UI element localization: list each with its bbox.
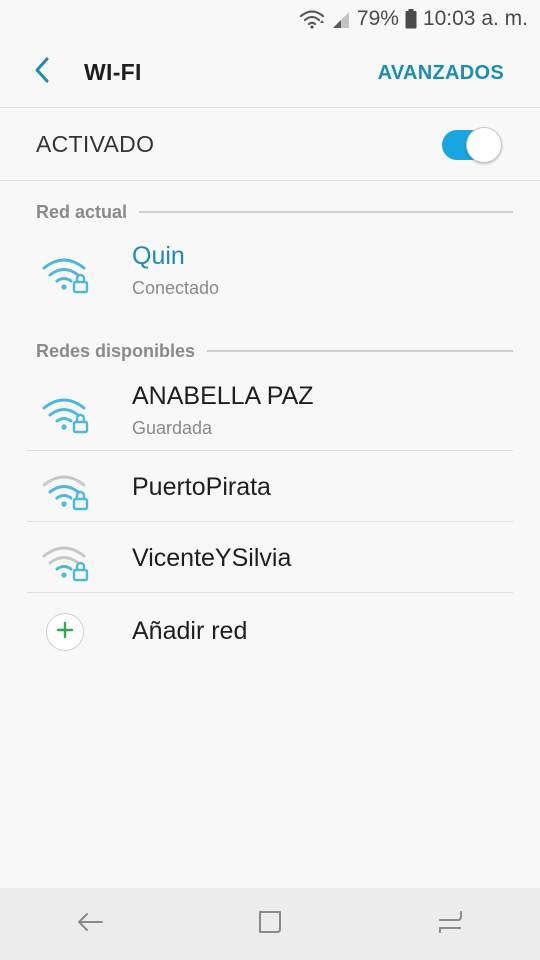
chevron-left-icon	[33, 56, 51, 89]
wifi-lock-icon	[40, 465, 92, 516]
add-network-label: Añadir red	[132, 617, 248, 645]
wifi-lock-icon	[40, 248, 92, 299]
section-title: Redes disponibles	[36, 340, 196, 361]
master-switch-label: ACTIVADO	[36, 130, 155, 157]
app-bar: WI-FI AVANZADOS	[0, 38, 540, 108]
wifi-master-switch-row[interactable]: ACTIVADO	[0, 108, 540, 181]
wifi-lock-icon	[40, 536, 92, 587]
add-network-item[interactable]: Añadir red	[0, 593, 540, 669]
plus-icon	[56, 621, 74, 644]
nav-back-button[interactable]	[60, 894, 120, 954]
section-header-available: Redes disponibles	[36, 337, 513, 365]
toggle-knob	[466, 127, 502, 163]
nav-back-icon	[76, 910, 104, 939]
nav-home-icon	[257, 909, 283, 940]
section-header-current: Red actual	[36, 198, 513, 226]
advanced-button[interactable]: AVANZADOS	[378, 38, 504, 108]
network-status: Guardada	[132, 418, 213, 438]
network-name: ANABELLA PAZ	[132, 382, 314, 410]
page-title: WI-FI	[84, 59, 142, 85]
back-button[interactable]	[22, 53, 62, 93]
battery-percent: 79%	[356, 7, 399, 30]
status-bar: 79% 10:03 a. m.	[0, 0, 540, 38]
network-item[interactable]: PuertoPirata	[0, 451, 540, 521]
add-network-button[interactable]	[46, 613, 84, 651]
nav-recents-button[interactable]	[420, 894, 480, 954]
current-network-item[interactable]: Quin Conectado	[0, 230, 540, 320]
network-item[interactable]: ANABELLA PAZ Guardada	[0, 370, 540, 450]
battery-icon	[405, 9, 417, 29]
clock: 10:03 a. m.	[422, 7, 528, 30]
signal-strength-icon	[331, 9, 351, 29]
nav-home-button[interactable]	[240, 894, 300, 954]
nav-recents-icon	[436, 909, 464, 940]
network-name: VicenteYSilvia	[132, 544, 292, 572]
network-name: PuertoPirata	[132, 473, 271, 501]
wifi-lock-icon	[40, 388, 92, 439]
section-divider	[139, 211, 513, 213]
wifi-settings-screen: 79% 10:03 a. m. WI-FI AVANZADOS ACTIVADO	[0, 0, 540, 960]
wifi-toggle[interactable]	[442, 127, 502, 163]
network-name: Quin	[132, 242, 185, 270]
section-divider	[207, 350, 513, 352]
network-status: Conectado	[132, 278, 220, 298]
navigation-bar	[0, 888, 540, 960]
wifi-status-icon	[299, 9, 325, 29]
section-title: Red actual	[36, 201, 128, 222]
network-item[interactable]: VicenteYSilvia	[0, 522, 540, 592]
